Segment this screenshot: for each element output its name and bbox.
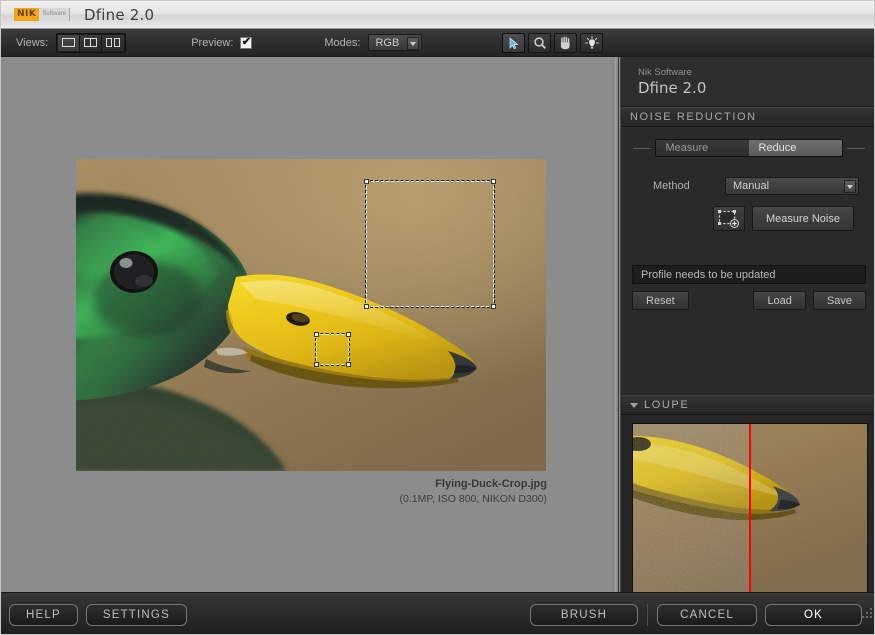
single-pane-icon (62, 38, 76, 47)
measure-noise-label: Measure Noise (766, 212, 840, 225)
marquee-handle[interactable] (314, 332, 319, 337)
loupe-split-line[interactable] (749, 424, 751, 594)
right-control-panel: Nik Software Dfine 2.0 NOISE REDUCTION M… (620, 57, 874, 618)
cancel-button[interactable]: CANCEL (657, 603, 757, 626)
noise-reduction-section-header[interactable]: NOISE REDUCTION (621, 107, 874, 127)
footer-bar: HELP SETTINGS BRUSH CANCEL OK (1, 592, 874, 634)
method-dropdown[interactable]: Manual (725, 177, 859, 195)
profile-button-row: Reset Load Save (632, 291, 866, 310)
zoom-tool-icon (533, 37, 546, 49)
loupe-preview[interactable] (632, 423, 868, 595)
footer-divider (647, 603, 649, 626)
marquee-handle[interactable] (364, 179, 369, 184)
noise-sample-rect-large[interactable] (364, 179, 496, 309)
marquee-handle[interactable] (364, 304, 369, 309)
loupe-body (621, 415, 874, 618)
marquee-handle[interactable] (491, 179, 496, 184)
page-title: Dfine 2.0 (84, 5, 155, 24)
measure-reduce-segmented: Measure Reduce (654, 139, 843, 157)
help-button[interactable]: HELP (9, 603, 78, 626)
title-bar: NIK Software Dfine 2.0 (1, 1, 874, 29)
main-toolbar: Views: Preview: ✔ Modes: RGB (1, 29, 874, 57)
highlight-bulb-icon (584, 36, 599, 49)
image-caption: Flying-Duck-Crop.jpg (0.1MP, ISO 800, NI… (281, 477, 547, 507)
chevron-down-icon (407, 37, 420, 50)
add-rectangle-selection-icon (718, 209, 739, 228)
divider-left (632, 147, 651, 149)
marquee-handle[interactable] (346, 332, 351, 337)
divider-right (846, 147, 865, 149)
method-row: Method Manual (621, 177, 874, 195)
pointer-tool-icon (509, 36, 519, 49)
view-mode-group (56, 32, 127, 53)
brush-button[interactable]: BRUSH (529, 603, 639, 626)
profile-status-field: Profile needs to be updated (632, 265, 866, 284)
measure-reduce-toggle-row: Measure Reduce (621, 139, 874, 157)
cancel-label: CANCEL (680, 608, 734, 621)
marquee-handle[interactable] (314, 362, 319, 367)
logo-subtext: Software (39, 8, 71, 21)
ok-label: OK (803, 608, 823, 621)
help-label: HELP (26, 608, 61, 621)
chevron-down-icon (630, 402, 638, 408)
image-metadata: (0.1MP, ISO 800, NIKON D300) (399, 493, 547, 505)
marquee-handle[interactable] (346, 362, 351, 367)
panel-scrollbar[interactable] (613, 57, 619, 592)
modes-dropdown[interactable]: RGB (368, 34, 423, 51)
noise-reduction-section-title: NOISE REDUCTION (630, 111, 757, 123)
pan-hand-tool-icon (560, 36, 570, 50)
panel-brand-header: Nik Software Dfine 2.0 (621, 57, 874, 107)
save-button[interactable]: Save (812, 291, 866, 310)
loupe-section-header[interactable]: LOUPE (621, 395, 874, 415)
pointer-tool-button[interactable] (502, 33, 525, 53)
side-by-side-icon (106, 38, 121, 47)
photo-container[interactable] (76, 159, 546, 471)
tool-button-group (502, 33, 603, 53)
method-label: Method (653, 180, 690, 192)
reset-button[interactable]: Reset (632, 291, 689, 310)
noise-reduction-body: Measure Reduce Method Manual Measure Noi… (621, 127, 874, 395)
view-mode-split-button[interactable] (80, 34, 103, 51)
chevron-down-icon (844, 180, 856, 193)
highlight-tool-button[interactable] (580, 33, 603, 53)
image-canvas-area[interactable]: Flying-Duck-Crop.jpg (0.1MP, ISO 800, NI… (1, 57, 613, 592)
image-filename: Flying-Duck-Crop.jpg (435, 478, 547, 490)
measure-noise-button[interactable]: Measure Noise (752, 206, 854, 231)
modes-label: Modes: (324, 36, 361, 49)
settings-label: SETTINGS (102, 608, 170, 621)
dfine-application-window: NIK Software Dfine 2.0 Views: Preview: ✔… (0, 0, 875, 635)
pan-hand-tool-button[interactable] (554, 33, 577, 53)
split-pane-icon (84, 38, 98, 47)
nik-software-logo: NIK Software (14, 7, 71, 22)
profile-status-text: Profile needs to be updated (641, 268, 776, 281)
views-label: Views: (16, 36, 49, 49)
zoom-tool-button[interactable] (528, 33, 551, 53)
view-mode-single-button[interactable] (58, 34, 81, 51)
view-mode-side-by-side-button[interactable] (102, 34, 125, 51)
brush-label: BRUSH (560, 608, 608, 621)
logo-mark: NIK (14, 8, 40, 21)
load-button[interactable]: Load (753, 291, 806, 310)
noise-sample-rect-small[interactable] (314, 332, 351, 367)
marquee-handle[interactable] (491, 304, 496, 309)
reset-label: Reset (646, 294, 675, 307)
add-rectangle-selection-button[interactable] (713, 206, 745, 231)
measure-controls-row: Measure Noise (621, 206, 874, 231)
preview-checkbox[interactable]: ✔ (240, 36, 253, 49)
load-label: Load (767, 294, 792, 307)
modes-dropdown-value: RGB (375, 36, 400, 49)
save-label: Save (826, 294, 852, 307)
brand-title: Dfine 2.0 (638, 79, 707, 97)
method-dropdown-value: Manual (733, 180, 770, 192)
preview-label: Preview: (191, 36, 234, 49)
resize-grip[interactable] (861, 608, 873, 620)
ok-button[interactable]: OK (764, 603, 862, 626)
brand-subtitle: Nik Software (638, 67, 692, 78)
settings-button[interactable]: SETTINGS (85, 603, 187, 626)
tab-reduce[interactable]: Reduce (748, 140, 842, 156)
checkmark-icon: ✔ (241, 36, 251, 48)
loupe-section-title: LOUPE (644, 399, 690, 411)
tab-measure[interactable]: Measure (655, 140, 749, 156)
